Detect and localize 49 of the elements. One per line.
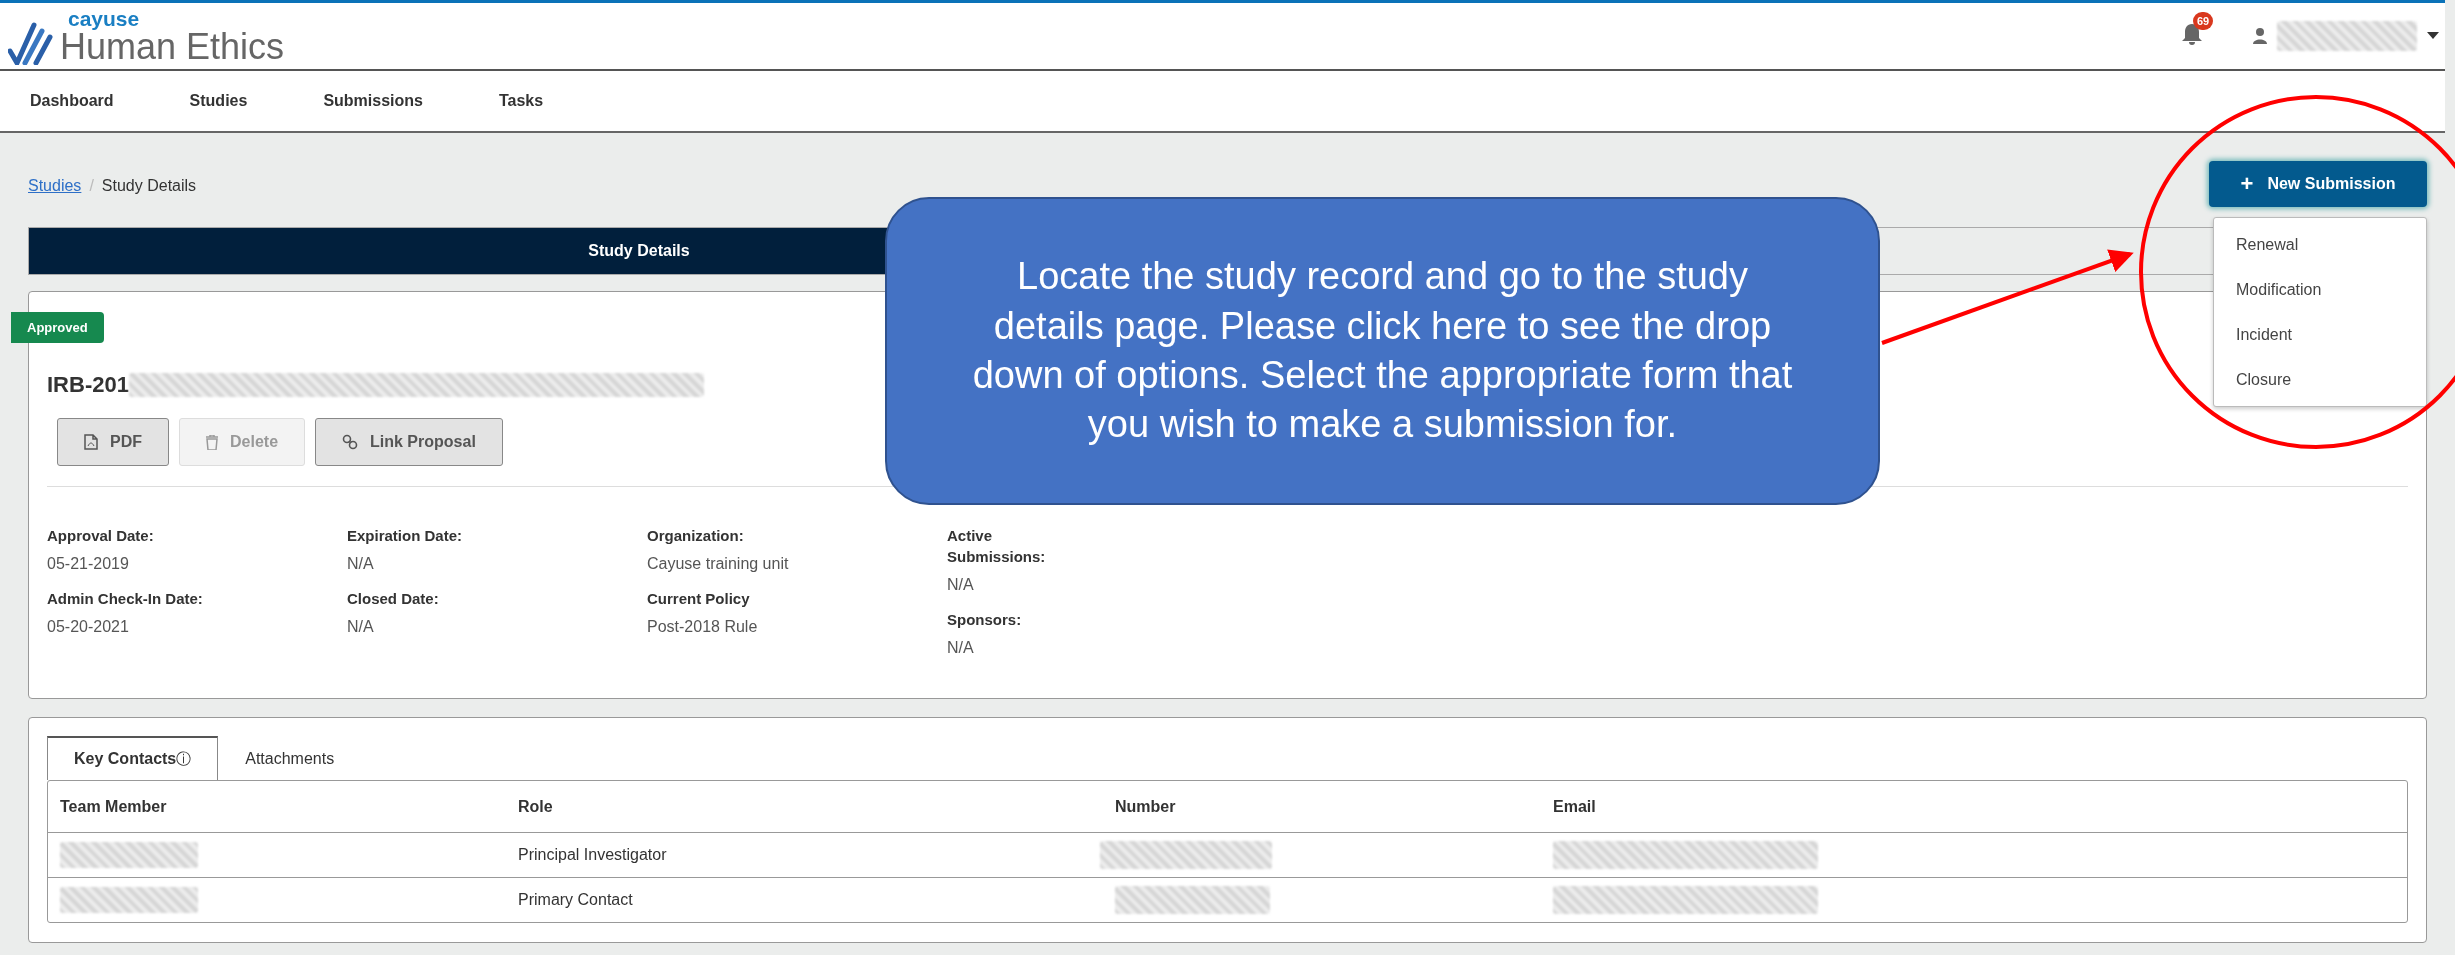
field-label: Current Policy xyxy=(647,589,751,609)
trash-icon xyxy=(206,434,218,450)
column-header: Team Member xyxy=(59,797,168,816)
logo-icon xyxy=(8,20,56,65)
action-button[interactable]: Link Proposal xyxy=(315,418,503,466)
field-value: N/A xyxy=(947,575,975,595)
nav-link[interactable]: Tasks xyxy=(498,92,544,110)
caret-icon[interactable] xyxy=(2427,32,2439,40)
menu-item[interactable]: Modification xyxy=(2214,267,2426,312)
nav-link[interactable]: Submissions xyxy=(323,92,423,110)
column-header: Role xyxy=(517,797,554,816)
field-label: Admin Check-In Date: xyxy=(47,589,204,609)
contacts-tab[interactable]: Attachments xyxy=(218,737,362,780)
user-icon[interactable] xyxy=(2253,28,2267,44)
field-value: N/A xyxy=(347,617,375,637)
field-value: N/A xyxy=(347,554,375,574)
nav-link[interactable]: Studies xyxy=(189,92,248,110)
table-cell-text: Primary Contact xyxy=(517,891,634,909)
status-ribbon: Approved xyxy=(11,312,104,343)
field-value: Post-2018 Rule xyxy=(647,617,759,637)
table-cell-text: Principal Investigator xyxy=(517,846,668,864)
field-label: Closed Date: xyxy=(347,589,440,609)
menu-item[interactable]: Incident xyxy=(2214,312,2426,357)
field-value: N/A xyxy=(947,638,975,658)
column-header: Number xyxy=(1114,797,1177,816)
field-value: 05-21-2019 xyxy=(47,554,130,574)
breadcrumb-link[interactable]: Studies xyxy=(28,177,82,195)
field-label: Sponsors: xyxy=(947,610,1023,630)
field-label: Active Submissions: xyxy=(947,526,1047,567)
column-header: Email xyxy=(1552,797,1597,816)
notification-count: 69 xyxy=(2193,12,2214,30)
instruction-tooltip: Locate the study record and go to the study details page. Please click here to see the drop down of options. Select the appropriate form that you wish to make a submission for. xyxy=(885,197,1880,505)
field-value: 05-20-2021 xyxy=(47,617,130,637)
breadcrumb-separator: / xyxy=(89,177,94,195)
field-value: Cayuse training unit xyxy=(647,554,790,574)
breadcrumb-current: Study Details xyxy=(101,177,197,195)
action-button[interactable]: PDF xyxy=(57,418,169,466)
document-icon xyxy=(84,434,98,450)
field-label: Organization: xyxy=(647,526,745,546)
field-label: Approval Date: xyxy=(47,526,155,546)
study-id: IRB-201 xyxy=(47,372,129,398)
menu-item[interactable]: Renewal xyxy=(2214,222,2426,267)
new-submission-button[interactable]: + New Submission xyxy=(2209,161,2427,207)
nav-link[interactable]: Dashboard xyxy=(30,92,114,110)
contacts-tab[interactable]: Key Contactsⓘ xyxy=(47,736,219,780)
field-label: Expiration Date: xyxy=(347,526,464,546)
link-icon xyxy=(342,434,359,450)
brand-name: cayuse xyxy=(68,7,141,29)
menu-item[interactable]: Closure xyxy=(2214,357,2426,402)
